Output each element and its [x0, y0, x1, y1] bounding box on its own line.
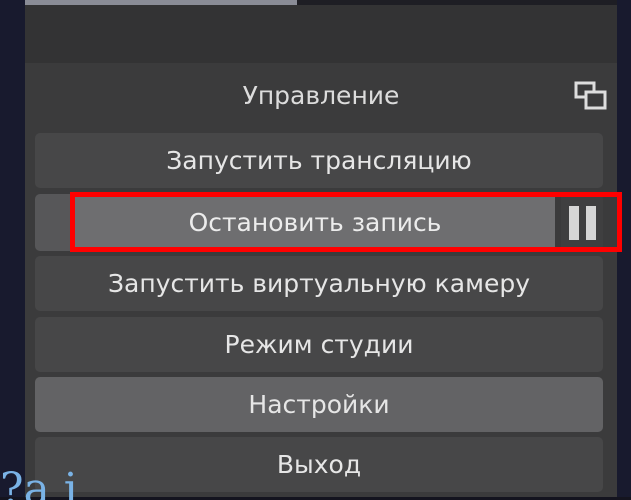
- background-left: [0, 0, 25, 497]
- stop-recording-button[interactable]: Остановить запись: [75, 194, 555, 251]
- start-virtual-camera-button[interactable]: Запустить виртуальную камеру: [35, 256, 603, 311]
- undock-icon[interactable]: [574, 81, 608, 111]
- record-button-left-edge[interactable]: [35, 194, 75, 251]
- background-right: [617, 0, 631, 497]
- studio-mode-button[interactable]: Режим студии: [35, 317, 603, 372]
- dock-header-area: [25, 5, 617, 63]
- pause-recording-button[interactable]: [561, 194, 603, 251]
- exit-button[interactable]: Выход: [35, 437, 603, 492]
- pause-icon: [568, 205, 579, 240]
- pause-icon-bar: [585, 205, 596, 240]
- controls-dock: Управление Запустить трансляцию Останови…: [25, 5, 617, 497]
- dock-title: Управление: [242, 80, 400, 110]
- recording-controls: Остановить запись: [35, 194, 603, 251]
- background-partial-text: ?a i: [0, 470, 78, 500]
- start-stream-button[interactable]: Запустить трансляцию: [35, 133, 603, 188]
- settings-button[interactable]: Настройки: [35, 377, 603, 432]
